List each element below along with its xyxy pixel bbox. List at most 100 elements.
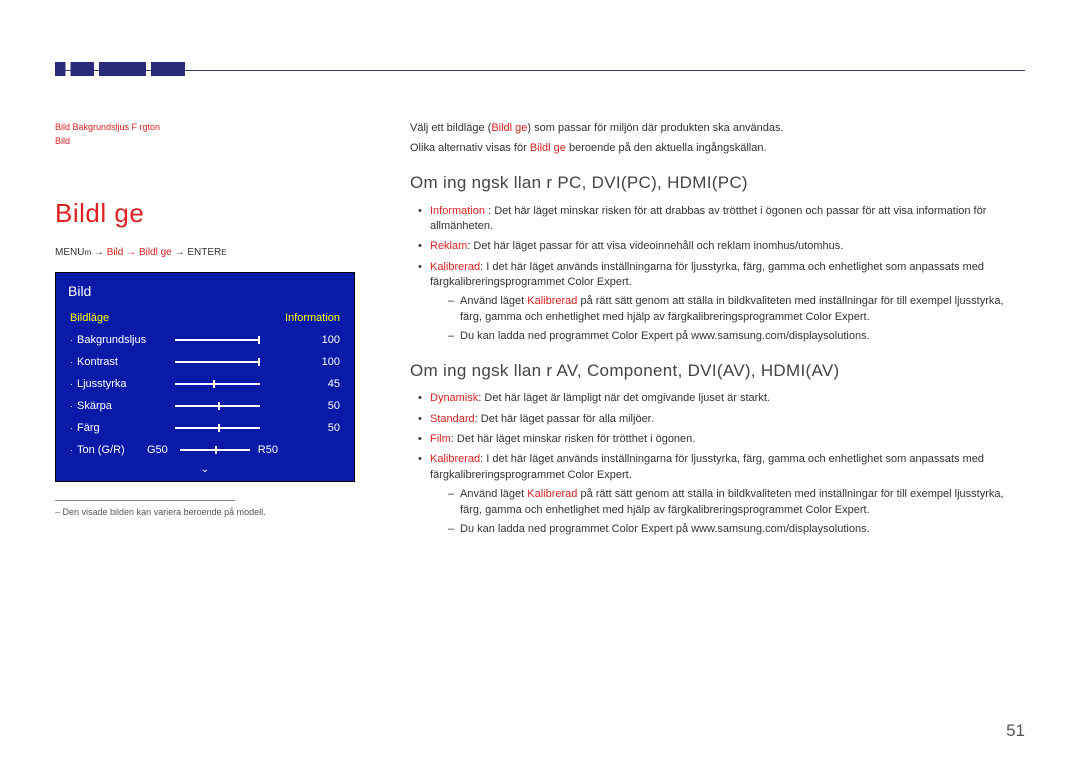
osd-item-label: Skärpa xyxy=(77,400,175,412)
list-item: Kalibrerad: I det här läget används inst… xyxy=(418,452,1025,537)
osd-ton-row[interactable]: · Ton (G/R) G50 R50 xyxy=(56,439,354,461)
list-item: Kalibrerad: I det här läget används inst… xyxy=(418,260,1025,345)
osd-item-value: 100 xyxy=(260,334,340,346)
bullet-icon: · xyxy=(70,357,73,367)
osd-ton-g: G50 xyxy=(147,444,168,456)
brand-logo xyxy=(55,62,185,76)
osd-item-label: Kontrast xyxy=(77,356,175,368)
bullet-icon: · xyxy=(70,335,73,345)
t: Kalibrerad xyxy=(430,453,480,465)
osd-item-label: Färg xyxy=(77,422,175,434)
top-note-line1: Bild Bakgrundsljus F rgton xyxy=(55,121,355,135)
osd-item-value: 50 xyxy=(260,400,340,412)
footnote-rule xyxy=(55,500,235,501)
osd-panel: Bild Bildläge Information · Bakgrundslju… xyxy=(55,272,355,482)
intro-line1: Välj ett bildläge (Bildl ge) som passar … xyxy=(410,121,1025,137)
osd-item-label: Bakgrundsljus xyxy=(77,334,175,346)
section-heading-av: Om ing ngsk llan r AV, Component, DVI(AV… xyxy=(410,359,1025,384)
bullet-icon: · xyxy=(70,401,73,411)
slider-track[interactable] xyxy=(175,383,260,385)
t: Film xyxy=(430,433,451,445)
osd-item-row[interactable]: · Färg 50 xyxy=(56,417,354,439)
t: Dynamisk xyxy=(430,392,478,404)
list-item: Reklam: Det här läget passar för att vis… xyxy=(418,239,1025,254)
nav-arrow3: → xyxy=(172,247,188,258)
list-item: Dynamisk: Det här läget är lämpligt när … xyxy=(418,391,1025,406)
t: : Det här läget är lämpligt när det omgi… xyxy=(478,392,770,404)
nav-seg1: Bild xyxy=(107,247,124,258)
osd-item-row[interactable]: · Bakgrundsljus 100 xyxy=(56,329,354,351)
osd-item-value: 45 xyxy=(260,378,340,390)
slider-knob[interactable] xyxy=(258,358,260,366)
ton-slider[interactable] xyxy=(180,449,250,451)
slider-knob[interactable] xyxy=(218,402,220,410)
osd-item-value: 50 xyxy=(260,422,340,434)
t: Kalibrerad xyxy=(527,488,577,500)
nav-menu: MENU xyxy=(55,247,84,258)
osd-item-row[interactable]: · Kontrast 100 xyxy=(56,351,354,373)
slider-knob[interactable] xyxy=(215,446,217,454)
list-sub-item: Använd läget Kalibrerad på rätt sätt gen… xyxy=(448,487,1025,518)
t: Bildl ge xyxy=(530,142,566,154)
list-item: Film: Det här läget minskar risken för t… xyxy=(418,432,1025,447)
osd-selected-row[interactable]: Bildläge Information xyxy=(56,307,354,329)
osd-item-value: 100 xyxy=(260,356,340,368)
t: Reklam xyxy=(430,240,467,252)
t: Använd läget xyxy=(460,295,527,307)
slider-track[interactable] xyxy=(175,427,260,429)
slider-knob[interactable] xyxy=(258,336,260,344)
top-note-line2: Bild xyxy=(55,135,355,149)
osd-scroll-down-icon[interactable]: ⌄ xyxy=(56,461,354,481)
t: Bildl ge xyxy=(491,122,527,134)
t: ) som passar för miljön där produkten sk… xyxy=(527,122,783,134)
t: : I det här läget används inställningarn… xyxy=(430,453,984,480)
nav-enter: ENTER xyxy=(187,247,221,258)
header-rule xyxy=(55,70,1025,71)
list-sub-item: Du kan ladda ned programmet Color Expert… xyxy=(448,329,1025,344)
nav-seg2: Bildl ge xyxy=(139,247,172,258)
slider-knob[interactable] xyxy=(218,424,220,432)
list-item: Information : Det här läget minskar risk… xyxy=(418,204,1025,235)
nav-arrow2: → xyxy=(123,247,139,258)
t: Information xyxy=(430,205,485,217)
bullet-icon: · xyxy=(70,423,73,433)
slider-track[interactable] xyxy=(175,339,260,341)
t: Kalibrerad xyxy=(430,261,480,273)
osd-selected-value: Information xyxy=(285,312,340,324)
osd-selected-label: Bildläge xyxy=(70,312,285,324)
t: : Det här läget passar för alla miljöer. xyxy=(475,413,654,425)
page-number: 51 xyxy=(1006,721,1025,741)
list-item: Standard: Det här läget passar för alla … xyxy=(418,412,1025,427)
nav-e: E xyxy=(221,248,226,257)
t: Använd läget xyxy=(460,488,527,500)
menu-path: MENUm → Bild → Bildl ge → ENTERE xyxy=(55,247,355,258)
list-sub-item: Använd läget Kalibrerad på rätt sätt gen… xyxy=(448,294,1025,325)
nav-arrow1: → xyxy=(91,247,107,258)
osd-title: Bild xyxy=(56,273,354,307)
top-note: Bild Bakgrundsljus F rgton Bild xyxy=(55,121,355,148)
footnote: – Den visade bilden kan variera beroende… xyxy=(55,507,355,517)
bullet-icon: · xyxy=(70,379,73,389)
bullet-icon: · xyxy=(70,445,73,455)
t: Kalibrerad xyxy=(527,295,577,307)
t: Välj ett bildläge ( xyxy=(410,122,491,134)
t: : Det här läget minskar risken för att d… xyxy=(430,205,986,232)
t: : Det här läget passar för att visa vide… xyxy=(467,240,843,252)
slider-track[interactable] xyxy=(175,361,260,363)
slider-track[interactable] xyxy=(175,405,260,407)
section-heading-pc: Om ing ngsk llan r PC, DVI(PC), HDMI(PC) xyxy=(410,171,1025,196)
t: beroende på den aktuella ingångskällan. xyxy=(566,142,767,154)
osd-ton-label: Ton (G/R) xyxy=(77,444,147,456)
osd-ton-r: R50 xyxy=(258,444,278,456)
footnote-text: Den visade bilden kan variera beroende p… xyxy=(63,507,266,517)
page-heading: Bildl ge xyxy=(55,198,355,229)
t: Olika alternativ visas för xyxy=(410,142,530,154)
t: : I det här läget används inställningarn… xyxy=(430,261,984,288)
osd-item-row[interactable]: · Skärpa 50 xyxy=(56,395,354,417)
slider-knob[interactable] xyxy=(213,380,215,388)
t: : Det här läget minskar risken för trött… xyxy=(451,433,696,445)
intro-line2: Olika alternativ visas för Bildl ge bero… xyxy=(410,141,1025,157)
osd-item-row[interactable]: · Ljusstyrka 45 xyxy=(56,373,354,395)
t: Standard xyxy=(430,413,475,425)
osd-item-label: Ljusstyrka xyxy=(77,378,175,390)
